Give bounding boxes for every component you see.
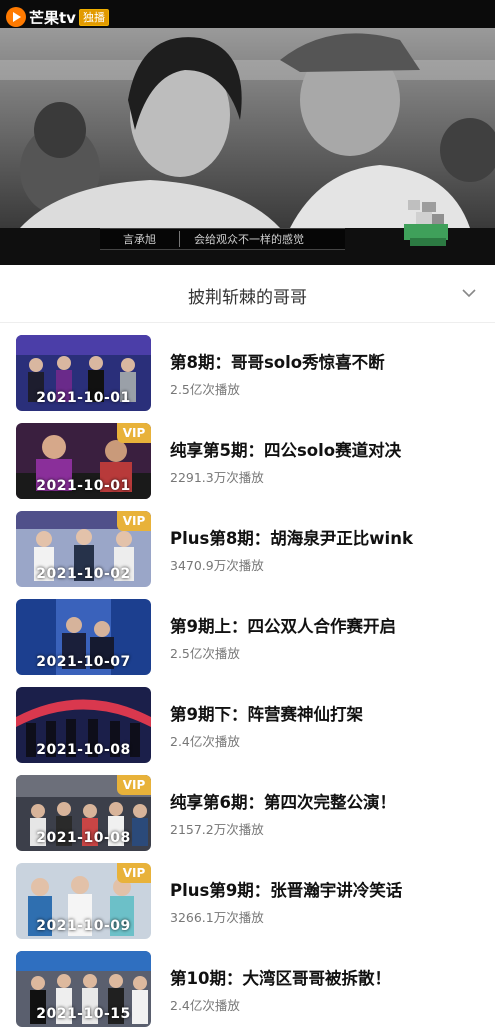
playlist-header[interactable]: 披荆斩棘的哥哥	[0, 265, 495, 323]
episode-date: 2021-10-09	[36, 918, 131, 934]
episode-date: 2021-10-08	[36, 742, 131, 758]
list-item[interactable]: 2021-10-01 第8期：哥哥solo秀惊喜不断 2.5亿次播放	[0, 335, 495, 423]
episode-title[interactable]: Plus第9期：张晋瀚宇讲冷笑话	[170, 877, 402, 901]
list-item[interactable]: 2021-10-07 第9期上：四公双人合作赛开启 2.5亿次播放	[0, 599, 495, 687]
view-count: 2.5亿次播放	[170, 646, 240, 661]
list-item[interactable]: VIP 2021-10-02 Plus第8期：胡海泉尹正比wink 3470.9…	[0, 511, 495, 599]
episode-thumbnail[interactable]: 2021-10-07	[16, 599, 151, 675]
mango-logo-icon	[6, 7, 26, 27]
blurred-watermark-icon	[404, 200, 448, 246]
subtitle-bar: 言承旭 会给观众不一样的感觉	[100, 228, 345, 250]
episode-date: 2021-10-01	[36, 390, 131, 406]
list-item[interactable]: VIP 2021-10-09 Plus第9期：张晋瀚宇讲冷笑话 3266.1万次…	[0, 863, 495, 951]
vip-badge: VIP	[117, 423, 151, 443]
list-item[interactable]: 2021-10-08 第9期下：阵营赛神仙打架 2.4亿次播放	[0, 687, 495, 775]
video-player[interactable]: 芒果tv 独播 言承旭 会给观众不一样的感觉	[0, 0, 495, 265]
view-count: 2.4亿次播放	[170, 998, 240, 1013]
episode-title[interactable]: 第8期：哥哥solo秀惊喜不断	[170, 349, 385, 373]
episode-title[interactable]: 第9期上：四公双人合作赛开启	[170, 613, 396, 637]
episode-title[interactable]: 第9期下：阵营赛神仙打架	[170, 701, 363, 725]
list-item[interactable]: VIP 2021-10-01 纯享第5期：四公solo赛道对决 2291.3万次…	[0, 423, 495, 511]
episode-thumbnail[interactable]: VIP 2021-10-01	[16, 423, 151, 499]
vip-badge: VIP	[117, 775, 151, 795]
view-count: 2291.3万次播放	[170, 470, 264, 485]
exclusive-badge: 独播	[78, 8, 109, 26]
episode-thumbnail[interactable]: VIP 2021-10-09	[16, 863, 151, 939]
list-item[interactable]: VIP 2021-10-08 纯享第6期：第四次完整公演！ 2157.2万次播放	[0, 775, 495, 863]
episode-date: 2021-10-02	[36, 566, 131, 582]
episode-date: 2021-10-15	[36, 1006, 131, 1022]
vip-badge: VIP	[117, 863, 151, 883]
episode-date: 2021-10-07	[36, 654, 131, 670]
view-count: 2157.2万次播放	[170, 822, 264, 837]
episode-thumbnail[interactable]: 2021-10-01	[16, 335, 151, 411]
vip-badge: VIP	[117, 511, 151, 531]
episode-title[interactable]: 第10期：大湾区哥哥被拆散！	[170, 965, 391, 989]
episode-title[interactable]: 纯享第5期：四公solo赛道对决	[170, 437, 401, 461]
episode-thumbnail[interactable]: VIP 2021-10-02	[16, 511, 151, 587]
subtitle-speaker: 言承旭	[100, 231, 180, 247]
view-count: 3470.9万次播放	[170, 558, 264, 573]
episode-title[interactable]: 纯享第6期：第四次完整公演！	[170, 789, 396, 813]
episode-thumbnail[interactable]: VIP 2021-10-08	[16, 775, 151, 851]
episode-thumbnail[interactable]: 2021-10-15	[16, 951, 151, 1027]
episode-thumbnail[interactable]: 2021-10-08	[16, 687, 151, 763]
view-count: 2.5亿次播放	[170, 382, 240, 397]
view-count: 2.4亿次播放	[170, 734, 240, 749]
episode-title[interactable]: Plus第8期：胡海泉尹正比wink	[170, 525, 413, 549]
app-screen: 芒果tv 独播 言承旭 会给观众不一样的感觉 披荆斩棘的哥哥 2021-10-0…	[0, 0, 495, 1032]
view-count: 3266.1万次播放	[170, 910, 264, 925]
list-item[interactable]: 2021-10-15 第10期：大湾区哥哥被拆散！ 2.4亿次播放	[0, 951, 495, 1032]
playlist-title: 披荆斩棘的哥哥	[188, 288, 307, 308]
episode-date: 2021-10-01	[36, 478, 131, 494]
subtitle-text: 会给观众不一样的感觉	[194, 233, 304, 246]
episode-date: 2021-10-08	[36, 830, 131, 846]
logo-text: 芒果tv	[29, 8, 76, 27]
chevron-down-icon[interactable]	[461, 285, 477, 301]
mango-tv-logo: 芒果tv 独播	[6, 6, 109, 28]
